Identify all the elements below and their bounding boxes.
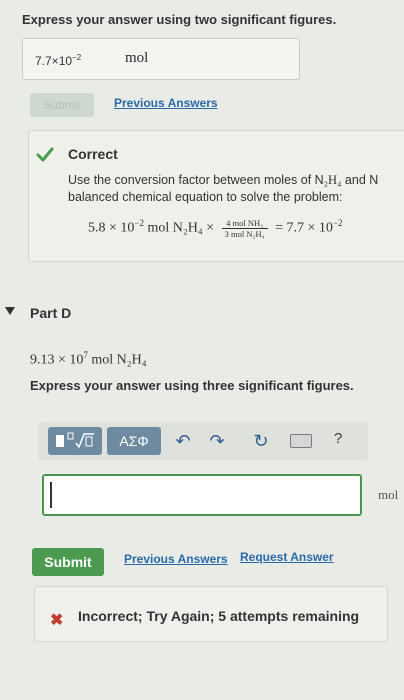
previous-answers-link[interactable]: Previous Answers [114,96,218,110]
previous-answer-field: 7.7×10−2 mol [22,38,300,80]
x-icon: ✖ [50,612,64,629]
answer-input[interactable] [42,474,362,516]
previous-answers-link[interactable]: Previous Answers [124,552,228,566]
conversion-fraction: 4 mol NH₃ 3 mol N₂H₄ [221,218,268,239]
answer-unit: mol [378,487,399,502]
part-d-title: Part D [30,305,72,321]
collapse-caret-icon[interactable] [4,306,16,316]
templates-button[interactable] [48,427,102,455]
submit-button-disabled[interactable]: Submit [30,93,94,117]
request-answer-link[interactable]: Request Answer [240,550,334,564]
previous-answer-value: 7.7×10−2 [35,53,82,68]
conversion-equation: 5.8 × 10−2 mol N₂H₄ × 4 mol NH₃ 3 mol N₂… [88,218,343,239]
reset-icon[interactable]: ↻ [250,430,272,452]
feedback-explanation: Use the conversion factor between moles … [68,173,379,204]
submit-button[interactable]: Submit [32,548,104,576]
redo-icon[interactable]: ↷ [206,430,228,452]
instruction-text: Express your answer using two significan… [22,12,337,27]
check-icon [36,147,54,162]
instruction-text: Express your answer using three signific… [30,378,354,393]
keyboard-icon[interactable] [290,434,312,448]
feedback-title: Correct [68,146,118,162]
undo-icon[interactable]: ↶ [172,430,194,452]
templates-icon [56,432,94,449]
text-cursor [50,482,52,508]
greek-symbols-button[interactable]: ΑΣΦ [107,427,161,455]
previous-answer-unit: mol [125,50,149,66]
help-icon[interactable]: ? [334,430,342,447]
incorrect-message: Incorrect; Try Again; 5 attempts remaini… [78,608,360,624]
given-quantity: 9.13 × 107 mol N₂H₄ [30,350,147,368]
